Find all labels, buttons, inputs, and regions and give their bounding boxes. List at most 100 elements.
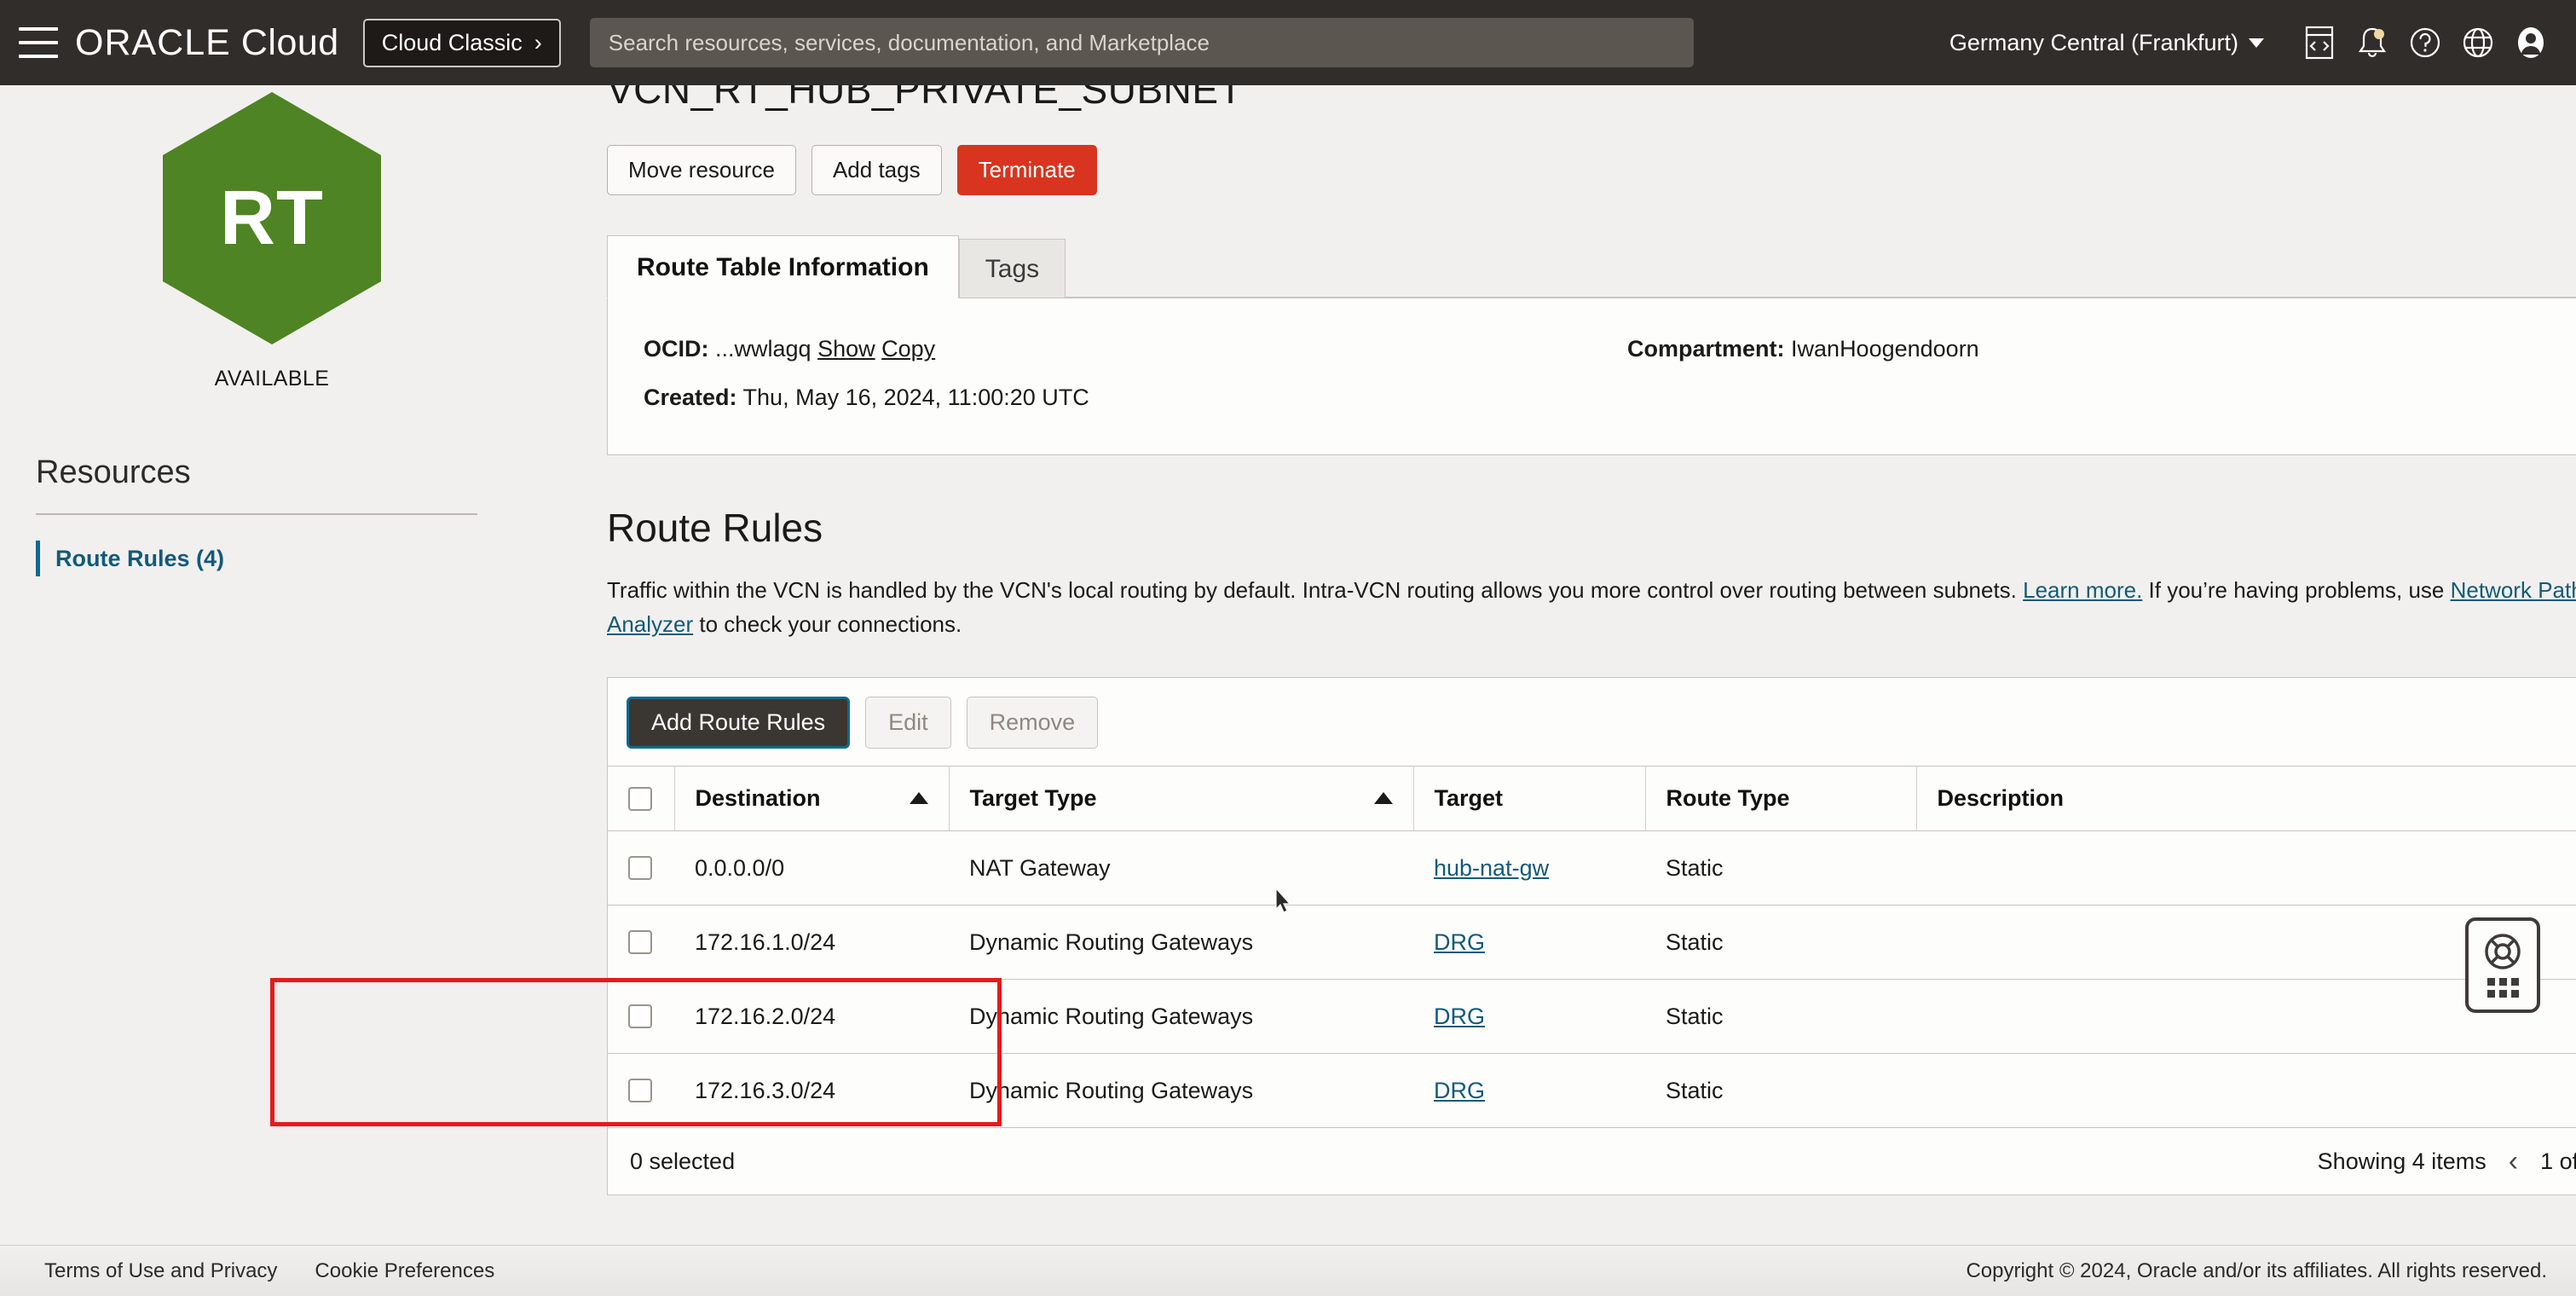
region-label: Germany Central (Frankfurt) xyxy=(1949,30,2238,56)
ocid-label: OCID: xyxy=(644,336,709,362)
row-checkbox[interactable] xyxy=(628,930,652,954)
column-header-destination[interactable]: Destination xyxy=(674,767,949,831)
cell-destination: 172.16.2.0/24 xyxy=(674,980,949,1054)
sidebar-item-label: Route Rules (4) xyxy=(55,546,224,572)
resource-initials: RT xyxy=(220,175,324,263)
learn-more-link[interactable]: Learn more. xyxy=(2023,577,2142,603)
table-footer: 0 selected Showing 4 items ‹ 1 of 1 › xyxy=(608,1128,2576,1195)
cell-target: hub-nat-gw xyxy=(1413,831,1645,905)
cell-destination: 172.16.1.0/24 xyxy=(674,905,949,980)
region-selector[interactable]: Germany Central (Frankfurt) xyxy=(1949,30,2264,56)
compartment-value: IwanHoogendoorn xyxy=(1791,336,1979,362)
cell-route-type: Static xyxy=(1645,831,1916,905)
global-search-wrapper xyxy=(590,18,1694,67)
target-link[interactable]: DRG xyxy=(1434,1078,1485,1103)
cell-target-type: Dynamic Routing Gateways xyxy=(949,1054,1413,1128)
page-footer: Terms of Use and Privacy Cookie Preferen… xyxy=(0,1245,2576,1296)
route-rules-description: Traffic within the VCN is handled by the… xyxy=(607,573,2576,641)
cell-destination: 0.0.0.0/0 xyxy=(674,831,949,905)
column-label-description: Description xyxy=(1938,785,2065,811)
cloud-shell-icon[interactable] xyxy=(2293,16,2346,69)
terms-of-use-link[interactable]: Terms of Use and Privacy xyxy=(44,1259,277,1283)
cell-target: DRG xyxy=(1413,1054,1645,1128)
left-sidebar: RT AVAILABLE Resources Route Rules (4) xyxy=(0,85,513,1245)
globe-language-icon[interactable] xyxy=(2452,16,2504,69)
sort-ascending-icon[interactable] xyxy=(1374,792,1393,804)
tabs-filler xyxy=(1066,297,2576,298)
sort-ascending-icon[interactable] xyxy=(910,792,928,804)
active-indicator-bar xyxy=(36,541,40,576)
page-title: VCN_RT_HUB_PRIVATE_SUBNET xyxy=(607,85,2576,113)
pagination: Showing 4 items ‹ 1 of 1 › xyxy=(2318,1147,2576,1176)
table-row[interactable]: 0.0.0.0/0 NAT Gateway hub-nat-gw Static xyxy=(608,831,2576,905)
target-link[interactable]: hub-nat-gw xyxy=(1434,855,1549,881)
terminate-button[interactable]: Terminate xyxy=(957,145,1097,195)
cloud-wordmark: Cloud xyxy=(241,22,339,64)
target-link[interactable]: DRG xyxy=(1434,929,1485,955)
details-right-column: Compartment: IwanHoogendoorn xyxy=(1627,336,1979,385)
chevron-left-icon[interactable]: ‹ xyxy=(2509,1147,2518,1176)
hamburger-menu-icon[interactable] xyxy=(19,27,58,58)
remove-button[interactable]: Remove xyxy=(967,697,1099,749)
cell-destination: 172.16.3.0/24 xyxy=(674,1054,949,1128)
table-row[interactable]: 172.16.3.0/24 Dynamic Routing Gateways D… xyxy=(608,1054,2576,1128)
column-header-route-type[interactable]: Route Type xyxy=(1645,767,1916,831)
copyright-text: Copyright © 2024, Oracle and/or its affi… xyxy=(1966,1259,2547,1283)
column-label-route-type: Route Type xyxy=(1666,785,1790,811)
edit-button[interactable]: Edit xyxy=(865,697,951,749)
life-ring-icon xyxy=(2484,933,2521,970)
ocid-show-link[interactable]: Show xyxy=(817,336,875,362)
row-checkbox[interactable] xyxy=(628,1079,652,1102)
ocid-row: OCID: ...wwlagq Show Copy xyxy=(644,336,1089,362)
cookie-preferences-link[interactable]: Cookie Preferences xyxy=(315,1259,494,1283)
details-tabs: Route Table Information Tags xyxy=(607,235,2576,298)
cell-target: DRG xyxy=(1413,980,1645,1054)
mouse-cursor xyxy=(1272,887,1294,917)
cloud-classic-button[interactable]: Cloud Classic › xyxy=(363,19,561,67)
help-support-widget[interactable] xyxy=(2465,917,2540,1013)
row-select-cell xyxy=(608,831,674,905)
notifications-bell-icon[interactable] xyxy=(2346,16,2399,69)
row-select-cell xyxy=(608,980,674,1054)
move-resource-button[interactable]: Move resource xyxy=(607,145,796,195)
route-rules-table: Destination Target Type Target Route Typ… xyxy=(608,766,2576,1128)
selected-count: 0 selected xyxy=(630,1148,735,1175)
table-row[interactable]: 172.16.1.0/24 Dynamic Routing Gateways D… xyxy=(608,905,2576,980)
tab-route-table-information[interactable]: Route Table Information xyxy=(607,235,959,298)
table-header-row: Destination Target Type Target Route Typ… xyxy=(608,767,2576,831)
footer-links: Terms of Use and Privacy Cookie Preferen… xyxy=(44,1259,494,1283)
ocid-copy-link[interactable]: Copy xyxy=(881,336,935,362)
resource-badge-wrapper: RT AVAILABLE xyxy=(0,85,513,391)
column-label-target-type: Target Type xyxy=(970,785,1097,811)
showing-items-count: Showing 4 items xyxy=(2318,1148,2486,1175)
cell-route-type: Static xyxy=(1645,905,1916,980)
user-avatar-icon[interactable] xyxy=(2504,16,2557,69)
sidebar-item-route-rules[interactable]: Route Rules (4) xyxy=(36,541,513,576)
apps-grid-icon xyxy=(2487,978,2519,998)
row-checkbox[interactable] xyxy=(628,856,652,880)
table-row[interactable]: 172.16.2.0/24 Dynamic Routing Gateways D… xyxy=(608,980,2576,1054)
cell-route-type: Static xyxy=(1645,1054,1916,1128)
column-label-target: Target xyxy=(1435,785,1504,811)
target-link[interactable]: DRG xyxy=(1434,1004,1485,1029)
oracle-cloud-logo: ORACLE Cloud xyxy=(75,22,339,64)
column-header-target[interactable]: Target xyxy=(1413,767,1645,831)
select-all-checkbox[interactable] xyxy=(628,787,652,811)
add-tags-button[interactable]: Add tags xyxy=(811,145,942,195)
compartment-row: Compartment: IwanHoogendoorn xyxy=(1627,336,1979,362)
column-header-target-type[interactable]: Target Type xyxy=(949,767,1413,831)
help-icon[interactable] xyxy=(2399,16,2452,69)
table-body: 0.0.0.0/0 NAT Gateway hub-nat-gw Static … xyxy=(608,831,2576,1128)
desc-text-3: to check your connections. xyxy=(693,611,962,637)
select-all-header xyxy=(608,767,674,831)
details-left-column: OCID: ...wwlagq Show Copy Created: Thu, … xyxy=(644,336,1089,433)
global-search-input[interactable] xyxy=(590,18,1694,67)
table-toolbar: Add Route Rules Edit Remove xyxy=(608,678,2576,766)
cell-description xyxy=(1916,831,2576,905)
created-label: Created: xyxy=(644,385,737,410)
tab-tags[interactable]: Tags xyxy=(959,239,1066,298)
oracle-wordmark: ORACLE xyxy=(75,22,231,64)
column-header-description[interactable]: Description xyxy=(1916,767,2576,831)
add-route-rules-button[interactable]: Add Route Rules xyxy=(627,697,850,749)
row-checkbox[interactable] xyxy=(628,1004,652,1028)
